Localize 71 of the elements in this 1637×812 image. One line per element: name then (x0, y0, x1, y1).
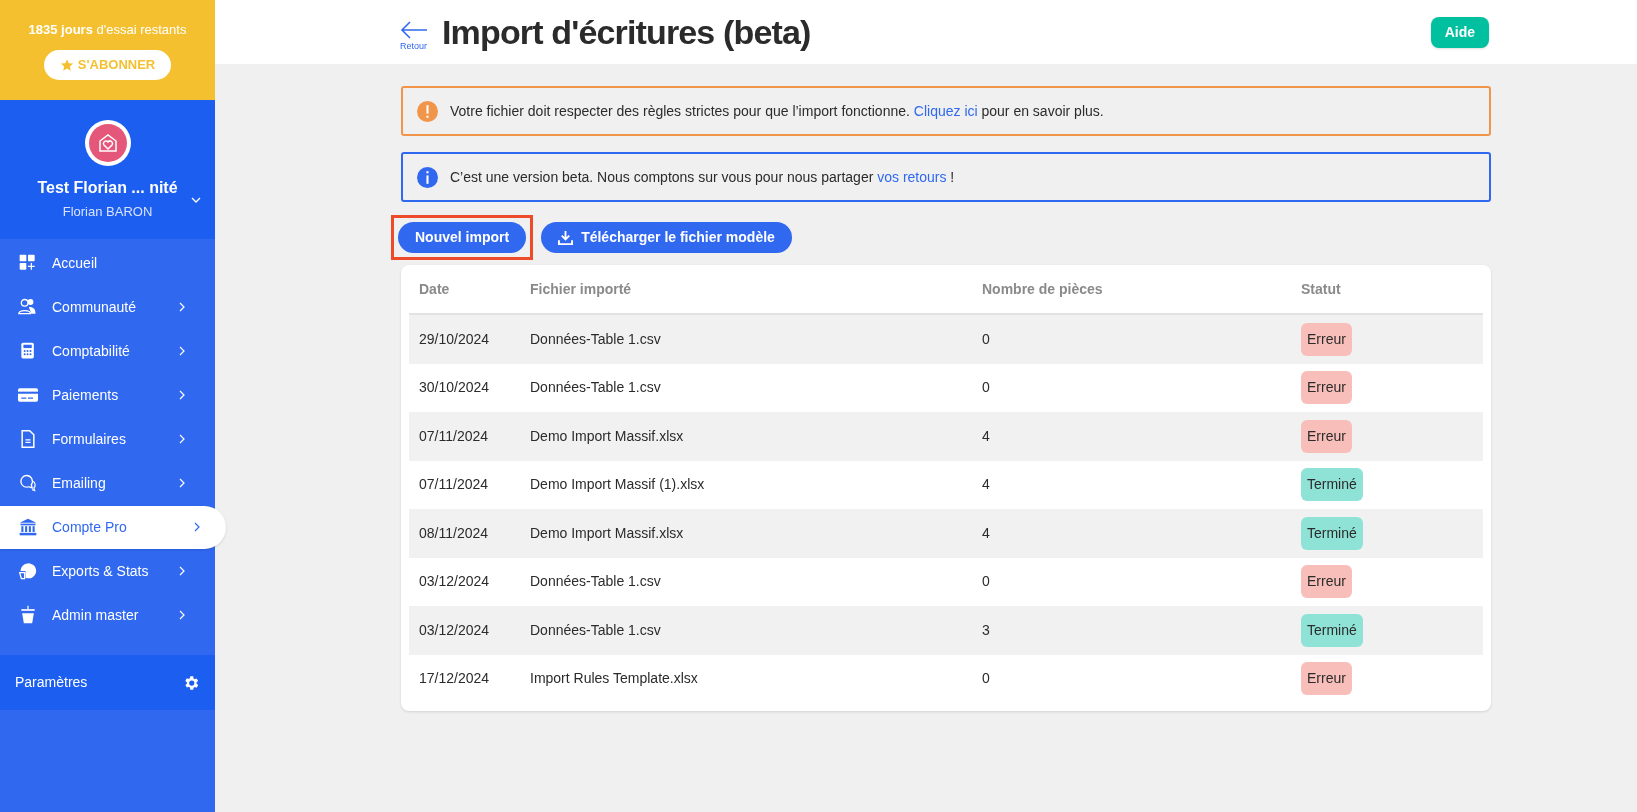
file-name-cell-text: Demo Import Massif.xlsx (530, 523, 685, 543)
date-cell-text: 07/11/2024 (419, 475, 490, 495)
file-name-cell-text: Données-Table 1.csv (530, 329, 662, 349)
status-badge: Terminé (1301, 613, 1363, 647)
file-name-cell-text: Demo Import Massif.xlsx (530, 426, 685, 446)
chevron-down-icon[interactable] (191, 197, 201, 203)
bank-icon (18, 517, 38, 537)
warning-icon (417, 100, 438, 122)
menu-item[interactable]: Comptabilité (0, 329, 215, 373)
menu-item[interactable]: Formulaires (0, 417, 215, 461)
date-cell-text: 03/12/2024 (419, 620, 491, 640)
count-cell-text: 4 (982, 475, 991, 495)
credit-card-icon (18, 385, 38, 405)
count-cell-text: 4 (982, 523, 991, 543)
organization-name: Test Florian ... nité (37, 178, 178, 198)
file-name-cell-text: Import Rules Template.xlsx (530, 669, 699, 689)
column-header: Fichier importé (530, 279, 633, 299)
file-name-cell-text: Données-Table 1.csv (530, 572, 662, 592)
date-cell-text: 03/12/2024 (419, 572, 491, 592)
link[interactable]: Cliquez ici (913, 102, 978, 119)
user-name: Florian BARON (62, 203, 153, 221)
menu-item[interactable]: Paiements (0, 373, 215, 417)
date-cell-text: 07/11/2024 (419, 426, 490, 446)
status-badge: Erreur (1301, 565, 1352, 599)
status-badge: Terminé (1301, 468, 1363, 502)
column-header: Statut (1301, 279, 1342, 299)
star-icon (59, 57, 74, 72)
plant-pot-icon (18, 605, 38, 625)
status-badge: Terminé (1301, 516, 1363, 550)
menu-item[interactable]: Compte Pro (0, 505, 226, 549)
download-template-button[interactable]: Télécharger le fichier modèle (541, 222, 792, 253)
count-cell-text: 0 (982, 329, 991, 349)
settings-link[interactable]: Paramètres (15, 672, 88, 693)
count-cell-text: 3 (982, 620, 991, 640)
status-badge: Erreur (1301, 662, 1352, 696)
download-icon (558, 230, 574, 245)
file-name-cell-text: Demo Import Massif (1).xlsx (530, 475, 706, 495)
file-name-cell-text: Données-Table 1.csv (530, 378, 662, 398)
date-cell-text: 30/10/2024 (419, 378, 491, 398)
new-import-button[interactable]: Nouvel import (398, 222, 527, 253)
column-header: Date (419, 279, 451, 299)
count-cell-text: 0 (982, 572, 991, 592)
status-badge: Erreur (1301, 419, 1352, 453)
info-icon (417, 166, 438, 188)
count-cell-text: 4 (982, 426, 991, 446)
menu-item[interactable]: Exports & Stats (0, 549, 215, 593)
date-cell-text: 08/11/2024 (419, 523, 490, 543)
count-cell-text: 0 (982, 378, 991, 398)
date-cell-text: 17/12/2024 (419, 669, 491, 689)
chat-bubbles-icon (18, 473, 38, 493)
alert-message: C’est une version beta. Nous comptons sur vous pour nous partager vos retours ! (450, 167, 955, 187)
link[interactable]: vos retours (877, 168, 947, 185)
date-cell-text: 29/10/2024 (419, 329, 491, 349)
menu-item[interactable]: Emailing (0, 461, 215, 505)
organization-logo (84, 120, 131, 166)
users-icon (18, 297, 38, 317)
dashboard-icon (18, 253, 38, 273)
alert-message: Votre fichier doit respecter des règles strictes pour que l’import fonctionne. Cliquez ici pour en savoir plus. (450, 101, 1104, 121)
menu-item[interactable]: Communauté (0, 285, 215, 329)
pie-chart-icon (18, 561, 38, 581)
document-icon (18, 429, 38, 449)
count-cell-text: 0 (982, 669, 991, 689)
file-name-cell-text: Données-Table 1.csv (530, 620, 662, 640)
trial-days-text: 1835 jours d'essai restants (28, 21, 187, 40)
menu-item[interactable]: Accueil (0, 241, 215, 285)
menu-item[interactable]: Admin master (0, 593, 215, 637)
column-header: Nombre de pièces (982, 279, 1104, 299)
status-badge: Erreur (1301, 371, 1352, 405)
status-badge: Erreur (1301, 322, 1352, 356)
back-button[interactable]: Retour (400, 19, 428, 51)
page-title: Import d'écritures (beta) (442, 11, 811, 53)
